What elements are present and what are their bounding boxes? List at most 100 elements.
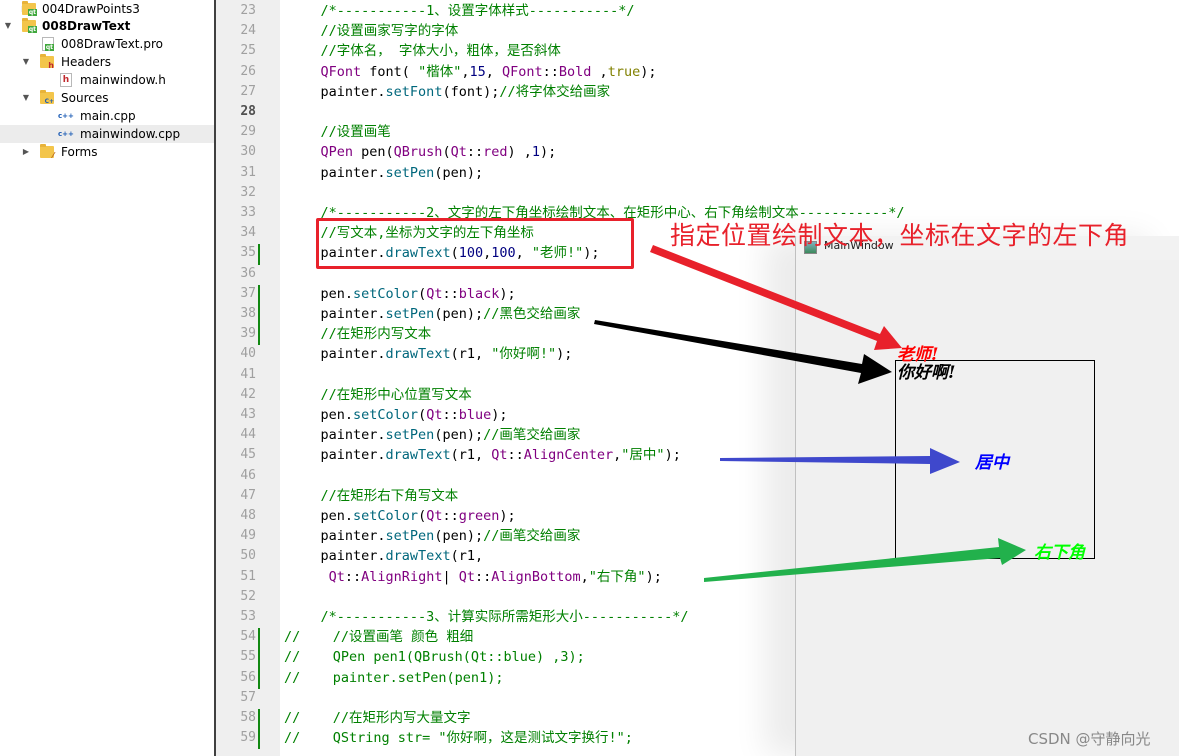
line-number: 40 (240, 346, 256, 362)
line-number: 30 (240, 144, 256, 160)
code-line[interactable]: painter.setFont(font);//将字体交给画家 (288, 82, 611, 102)
line-number: 29 (240, 124, 256, 140)
tree-item-label: Forms (61, 145, 98, 159)
code-line[interactable]: //在矩形中心位置写文本 (288, 385, 472, 405)
line-number: 54 (240, 629, 256, 645)
collapse-arrow-icon[interactable]: ▼ (21, 53, 31, 71)
line-number: 42 (240, 386, 256, 402)
qt-project-folder-icon: qt (22, 1, 37, 16)
line-number: 39 (240, 326, 256, 342)
line-number: 51 (240, 568, 256, 584)
tree-item-forms-folder[interactable]: ▶ ⁄ Forms (0, 143, 214, 161)
tree-item-label: mainwindow.h (80, 73, 166, 87)
line-number: 46 (240, 467, 256, 483)
code-line[interactable]: // QPen pen1(QBrush(Qt::blue) ,3); (284, 647, 585, 667)
annotation-text: 指定位置绘制文本，坐标在文字的左下角 (670, 221, 1130, 250)
code-line[interactable]: /*-----------3、计算实际所需矩形大小-----------*/ (288, 607, 689, 627)
drawn-text-bottom-right: 右下角 (1034, 543, 1085, 563)
code-line[interactable]: // painter.setPen(pen1); (284, 668, 503, 688)
code-line[interactable]: /*-----------1、设置字体样式-----------*/ (288, 1, 635, 21)
code-line[interactable]: //设置画家写字的字体 (288, 21, 459, 41)
expand-arrow-icon[interactable]: ▶ (21, 143, 31, 161)
tree-item-mainwindow-cpp[interactable]: c++ mainwindow.cpp (0, 125, 214, 143)
line-number: 57 (240, 689, 256, 705)
tree-item-label: 008DrawText.pro (61, 37, 163, 51)
code-line[interactable]: //在矩形内写文本 (288, 324, 432, 344)
tree-item-label: 004DrawPoints3 (42, 2, 140, 16)
code-line[interactable]: painter.setPen(pen);//黑色交给画家 (288, 304, 581, 324)
line-number: 33 (240, 205, 256, 220)
headers-folder-icon: h (40, 54, 54, 70)
line-number: 41 (240, 366, 256, 382)
code-line[interactable]: // //在矩形内写大量文字 (284, 708, 471, 728)
line-number: 53 (240, 609, 256, 624)
change-marker (258, 628, 260, 649)
code-line[interactable]: // //设置画笔 颜色 粗细 (284, 627, 473, 647)
change-marker (258, 284, 260, 305)
line-number: 48 (240, 508, 256, 523)
tree-item-project-008drawtext[interactable]: ▼ qt 008DrawText (0, 17, 214, 35)
line-number: 37 (240, 285, 256, 301)
code-line[interactable]: QPen pen(QBrush(Qt::red) ,1); (288, 142, 557, 162)
code-line[interactable]: painter.drawText(r1, Qt::AlignCenter,"居中… (288, 445, 681, 465)
line-number: 43 (240, 407, 256, 422)
line-number: 59 (240, 730, 256, 746)
code-line[interactable]: painter.drawText(r1, "你好啊!"); (288, 344, 573, 364)
code-line[interactable]: pen.setColor(Qt::blue); (288, 405, 508, 425)
line-number: 31 (240, 164, 256, 180)
line-number-gutter: 23 24 25 26 27 28 29 30 31 32 33 34 35 36 37 38 39 40 41 42… (216, 0, 280, 756)
code-line[interactable]: //设置画笔 (288, 122, 391, 142)
line-number: 44 (240, 427, 256, 443)
code-line[interactable]: pen.setColor(Qt::black); (288, 284, 516, 304)
line-number: 58 (240, 710, 256, 725)
line-number: 35 (240, 245, 256, 261)
code-line[interactable]: pen.setColor(Qt::green); (288, 506, 516, 526)
line-number: 25 (240, 43, 256, 59)
cpp-file-icon: c++ (58, 130, 74, 138)
tree-item-pro-file[interactable]: qt 008DrawText.pro (0, 35, 214, 53)
sources-folder-icon: C+ (40, 90, 54, 105)
line-number: 50 (240, 548, 256, 564)
change-marker (258, 244, 260, 265)
change-marker (258, 668, 260, 689)
collapse-arrow-icon[interactable]: ▼ (3, 17, 13, 35)
tree-item-sources-folder[interactable]: ▼ C+ Sources (0, 89, 214, 107)
line-number: 36 (240, 265, 256, 281)
code-line[interactable]: Qt::AlignRight| Qt::AlignBottom,"右下角"); (288, 567, 662, 587)
code-line[interactable]: //字体名， 字体大小，粗体，是否斜体 (288, 41, 561, 61)
code-line[interactable]: painter.setPen(pen);//画笔交给画家 (288, 425, 581, 445)
line-number: 52 (240, 588, 256, 604)
code-line[interactable]: //在矩形右下角写文本 (288, 486, 459, 506)
tree-item-project-004drawpoints3[interactable]: ▶ qt 004DrawPoints3 (0, 0, 214, 18)
tree-item-label: main.cpp (80, 109, 136, 123)
qt-project-folder-icon: qt (22, 18, 37, 33)
tree-item-label: mainwindow.cpp (80, 127, 181, 141)
line-number: 28 (240, 104, 256, 119)
tree-item-main-cpp[interactable]: c++ main.cpp (0, 107, 214, 125)
change-marker (258, 305, 260, 326)
header-file-icon: h (60, 73, 72, 87)
line-number: 55 (240, 649, 256, 665)
cpp-file-icon: c++ (58, 112, 74, 120)
line-number: 26 (240, 63, 256, 79)
line-number: 23 (240, 3, 256, 18)
change-marker (258, 325, 260, 346)
change-marker (258, 648, 260, 669)
line-number: 45 (240, 447, 256, 463)
tree-item-mainwindow-h[interactable]: h mainwindow.h (0, 71, 214, 89)
tree-item-label: Headers (61, 55, 111, 69)
project-tree: ▶ qt 004DrawPoints3 ▼ qt 008DrawText qt … (0, 0, 214, 756)
line-number: 32 (240, 184, 256, 200)
code-line[interactable]: painter.setPen(pen); (288, 163, 484, 183)
collapse-arrow-icon[interactable]: ▼ (21, 89, 31, 107)
line-number: 49 (240, 528, 256, 544)
line-number: 34 (240, 225, 256, 241)
drawn-text-center: 居中 (975, 453, 1009, 473)
code-line[interactable]: painter.setPen(pen);//画笔交给画家 (288, 526, 581, 546)
tree-item-label: Sources (61, 91, 109, 105)
tree-item-label: 008DrawText (42, 19, 131, 33)
tree-item-headers-folder[interactable]: ▼ h Headers (0, 53, 214, 71)
code-line[interactable]: painter.drawText(r1, (288, 546, 484, 566)
code-line[interactable]: QFont font( "楷体",15, QFont::Bold ,true); (288, 62, 657, 82)
code-line[interactable]: // QString str= "你好啊，这是测试文字换行!"; (284, 728, 633, 748)
